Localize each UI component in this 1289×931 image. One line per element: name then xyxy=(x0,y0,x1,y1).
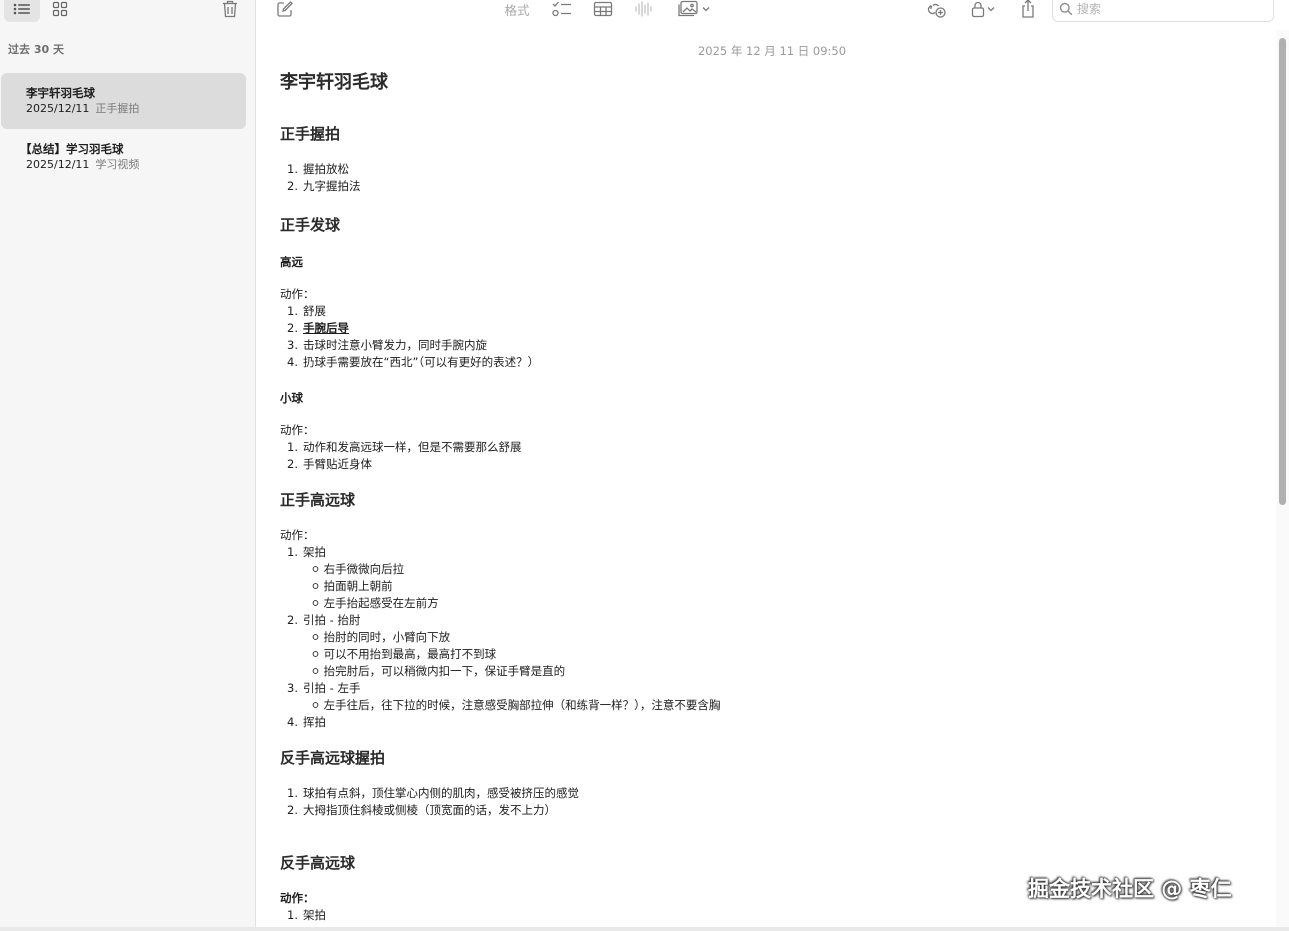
waveform-icon xyxy=(633,0,653,18)
list-item: 2. 九字握拍法 xyxy=(287,179,361,193)
note-timestamp: 2025 年 12 月 11 日 09:50 xyxy=(697,44,847,58)
chevron-down-icon xyxy=(986,4,996,14)
search-input[interactable] xyxy=(1077,2,1257,16)
sub-list-item: 拍面朝上朝前 xyxy=(311,578,393,595)
chevron-down-icon xyxy=(701,4,711,14)
action-label: 动作： xyxy=(280,528,315,542)
list-item: 2. 手臂贴近身体 xyxy=(287,457,372,471)
list-item: 1. 舒展 xyxy=(287,304,326,318)
section-heading: 正手握拍 xyxy=(280,125,341,143)
sidebar: 过去 30 天 李宇轩羽毛球 2025/12/11 正手握拍 【总结】学习羽毛球 … xyxy=(0,0,256,931)
table-button[interactable] xyxy=(590,0,616,22)
collaborate-icon xyxy=(925,0,947,19)
table-icon xyxy=(593,1,613,17)
note-list-date: 2025/12/11 xyxy=(26,158,90,171)
media-menu-button[interactable] xyxy=(672,0,716,22)
note-list-item[interactable]: 【总结】学习羽毛球 2025/12/11 学习视频 xyxy=(1,129,246,185)
new-note-button[interactable] xyxy=(272,0,298,22)
compose-icon xyxy=(276,0,294,18)
subsection-heading: 高远 xyxy=(280,255,303,269)
list-item: 4. 扔球手需要放在“西北”（可以有更好的表述？） xyxy=(287,355,540,369)
sidebar-section-label: 过去 30 天 xyxy=(8,43,64,56)
note-list-preview: 学习视频 xyxy=(95,158,140,171)
sidebar-toolbar xyxy=(0,0,256,24)
action-label: 动作： xyxy=(280,423,315,437)
window-bottom-edge xyxy=(0,927,1289,931)
note-list-meta: 2025/12/11 正手握拍 xyxy=(26,101,246,117)
watermark: 掘金技术社区 @ 枣仁 xyxy=(1028,877,1232,901)
note-list-title: 李宇轩羽毛球 xyxy=(26,86,95,100)
list-item: 2. 大拇指顶住斜棱或侧棱（顶宽面的话，发不上力） xyxy=(287,803,556,817)
scrollbar-thumb[interactable] xyxy=(1279,38,1286,505)
list-item: 1. 握拍放松 xyxy=(287,162,349,176)
search-field[interactable] xyxy=(1052,0,1274,22)
list-item: 1. 动作和发高远球一样，但是不需要那么舒展 xyxy=(287,440,522,454)
sub-list-item: 可以不用抬到最高，最高打不到球 xyxy=(311,646,496,663)
note-editor[interactable]: 2025 年 12 月 11 日 09:50 李宇轩羽毛球 正手握拍 1. 握拍放… xyxy=(257,24,1276,931)
note-list-date: 2025/12/11 xyxy=(26,102,90,115)
note-list-item[interactable]: 李宇轩羽毛球 2025/12/11 正手握拍 xyxy=(1,73,246,129)
list-item: 2. 手腕后导 xyxy=(287,321,349,335)
grid-icon xyxy=(52,1,68,17)
sub-list-item: 右手微微向后拉 xyxy=(311,561,404,578)
note-list-preview: 正手握拍 xyxy=(95,102,140,115)
format-button[interactable]: 格式 xyxy=(498,0,536,22)
action-label: 动作： xyxy=(280,891,315,905)
sub-list-item: 抬肘的同时，小臂向下放 xyxy=(311,629,450,646)
sub-list-item: 左手往后，往下拉的时候，注意感受胸部拉伸（和练背一样？），注意不要含胸 xyxy=(311,697,720,714)
audio-recording-button[interactable] xyxy=(631,0,655,22)
list-item: 2. 引拍 - 抬肘 xyxy=(287,613,361,627)
share-icon xyxy=(1020,0,1036,19)
list-item: 1. 架拍 xyxy=(287,545,326,559)
list-item: 3. 击球时注意小臂发力，同时手腕内旋 xyxy=(287,338,487,352)
list-item: 3. 引拍 - 左手 xyxy=(287,681,361,695)
list-item: 1. 架拍 xyxy=(287,908,326,922)
subsection-heading: 小球 xyxy=(280,391,303,405)
gallery-view-button[interactable] xyxy=(46,0,74,22)
lock-icon xyxy=(970,0,986,18)
list-view-button[interactable] xyxy=(4,0,40,22)
editor-scrollbar[interactable] xyxy=(1276,30,1289,931)
note-list-title: 【总结】学习羽毛球 xyxy=(20,142,124,156)
note-list-meta: 2025/12/11 学习视频 xyxy=(26,157,246,173)
checklist-icon xyxy=(551,0,573,18)
list-icon xyxy=(12,1,32,17)
section-heading: 反手高远球 xyxy=(280,854,356,872)
search-icon xyxy=(1059,2,1073,16)
lock-menu-button[interactable] xyxy=(963,0,1003,22)
delete-note-button[interactable] xyxy=(216,0,244,22)
list-item: 4. 挥拍 xyxy=(287,715,326,729)
list-item: 1. 球拍有点斜，顶住掌心内侧的肌肉，感受被挤压的感觉 xyxy=(287,786,579,800)
photo-icon xyxy=(677,0,701,18)
sub-list-item: 抬完肘后，可以稍微内扣一下，保证手臂是直的 xyxy=(311,663,565,680)
sub-list-item: 左手抬起感受在左前方 xyxy=(311,595,439,612)
share-button[interactable] xyxy=(1015,0,1041,22)
checklist-button[interactable] xyxy=(549,0,575,22)
action-label: 动作： xyxy=(280,287,315,301)
section-heading: 正手高远球 xyxy=(280,491,356,509)
section-heading: 反手高远球握拍 xyxy=(280,749,386,767)
note-title: 李宇轩羽毛球 xyxy=(280,72,388,93)
trash-icon xyxy=(221,0,239,19)
section-heading: 正手发球 xyxy=(280,216,341,234)
collaborate-button[interactable] xyxy=(922,0,950,22)
